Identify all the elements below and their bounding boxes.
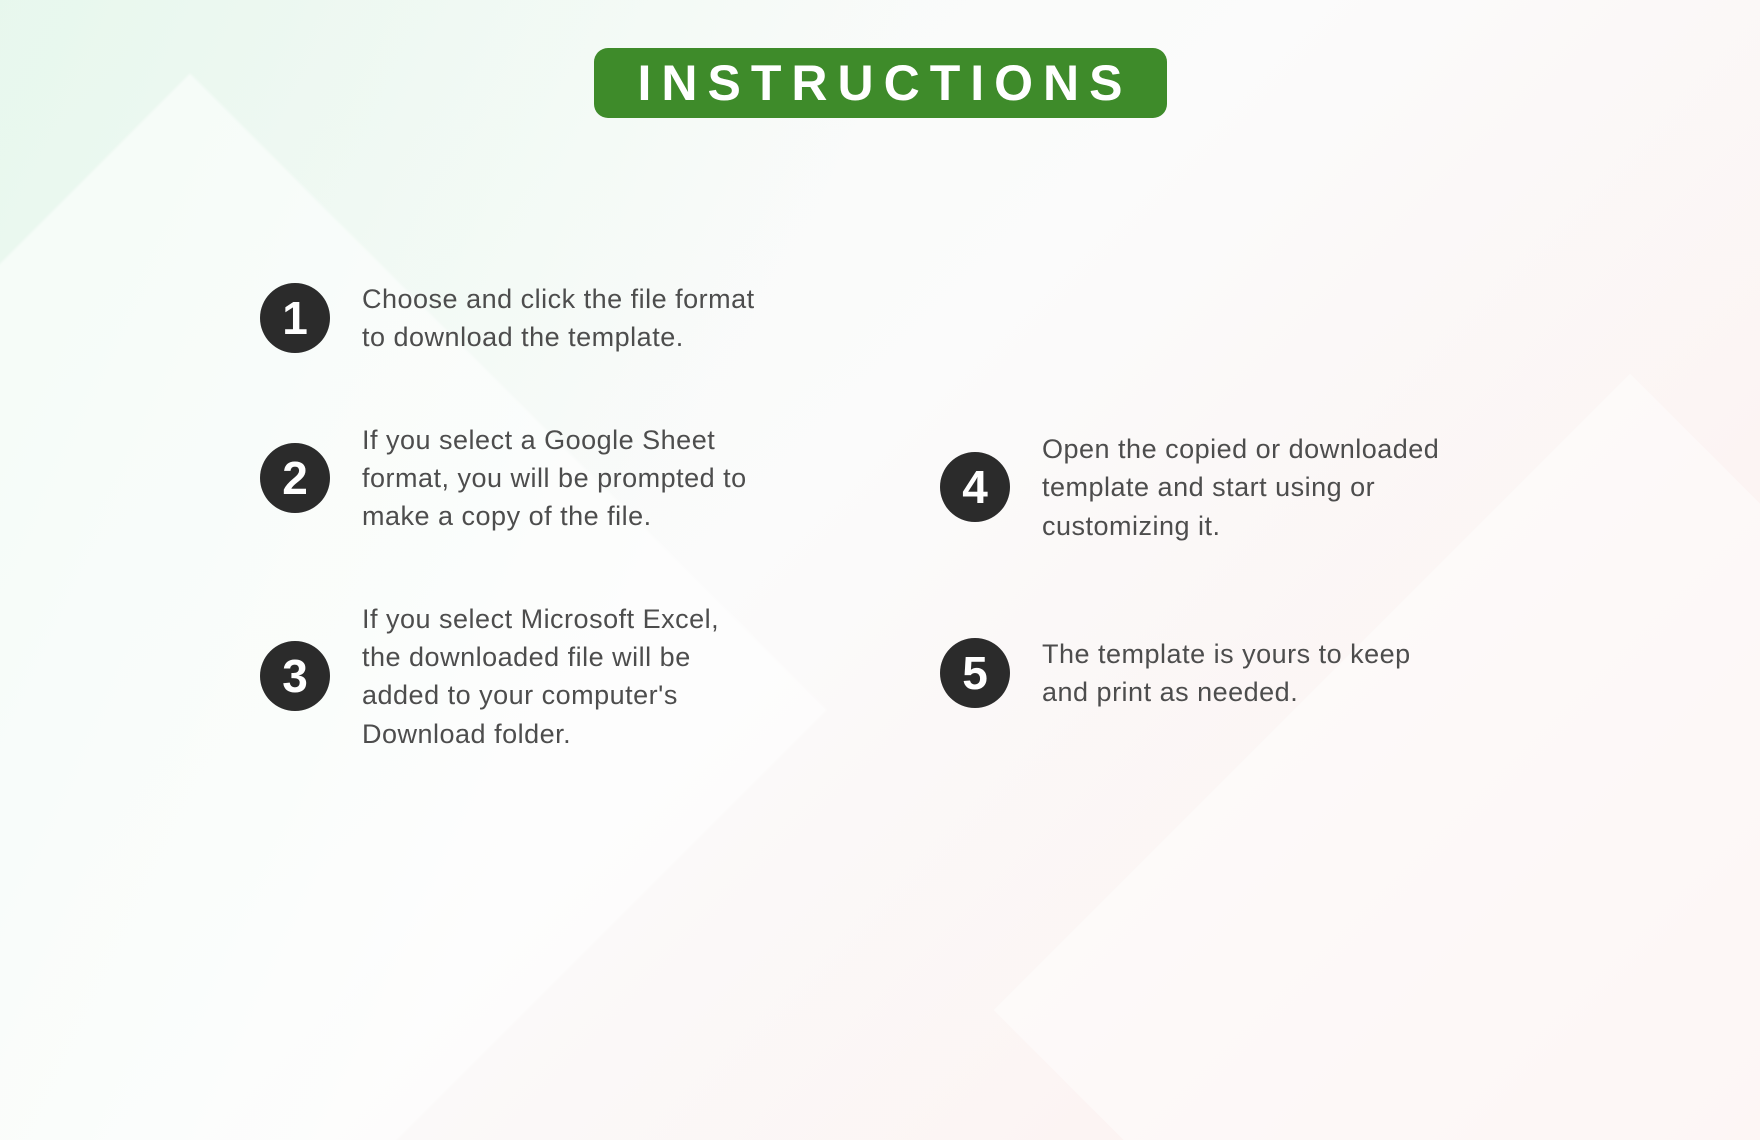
step-text: If you select a Google Sheet format, you… <box>362 421 762 536</box>
steps-columns: 1 Choose and click the file format to do… <box>260 280 1580 753</box>
step-2: 2 If you select a Google Sheet format, y… <box>260 421 800 536</box>
step-3: 3 If you select Microsoft Excel, the dow… <box>260 600 800 753</box>
step-text: The template is yours to keep and print … <box>1042 635 1442 712</box>
step-number-badge: 1 <box>260 283 330 353</box>
step-text: Open the copied or downloaded template a… <box>1042 430 1442 545</box>
title-container: INSTRUCTIONS <box>0 0 1760 118</box>
step-4: 4 Open the copied or downloaded template… <box>940 430 1480 545</box>
step-number-badge: 3 <box>260 641 330 711</box>
right-column: 4 Open the copied or downloaded template… <box>940 280 1480 753</box>
step-number-badge: 4 <box>940 452 1010 522</box>
page-title: INSTRUCTIONS <box>594 48 1167 118</box>
step-text: Choose and click the file format to down… <box>362 280 762 357</box>
step-5: 5 The template is yours to keep and prin… <box>940 635 1480 712</box>
step-number-badge: 2 <box>260 443 330 513</box>
step-text: If you select Microsoft Excel, the downl… <box>362 600 762 753</box>
left-column: 1 Choose and click the file format to do… <box>260 280 800 753</box>
step-1: 1 Choose and click the file format to do… <box>260 280 800 357</box>
step-number-badge: 5 <box>940 638 1010 708</box>
